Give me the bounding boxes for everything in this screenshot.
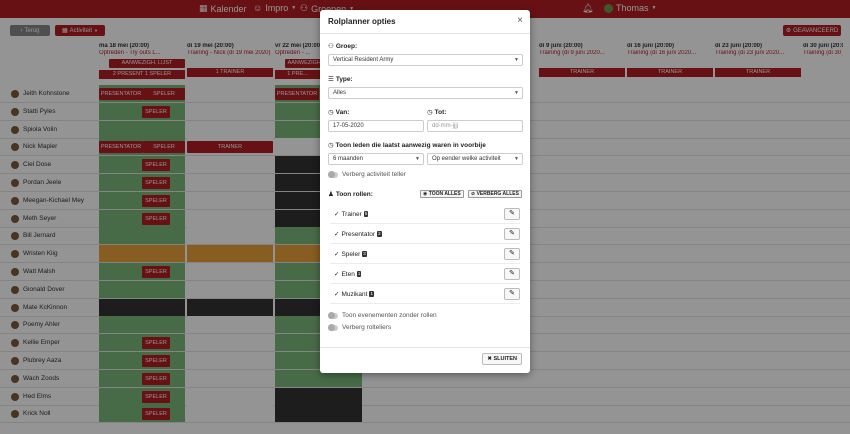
- edit-role-button[interactable]: ✎: [504, 248, 520, 260]
- van-date-input[interactable]: 17-05-2020: [328, 120, 424, 132]
- period-select[interactable]: 6 maanden ▼: [328, 153, 424, 165]
- toon-rollen-label: ♟ Toon rollen:: [328, 190, 373, 199]
- verberg-teller-toggle[interactable]: [328, 171, 338, 178]
- pencil-icon: ✎: [509, 290, 515, 297]
- check-icon: ✓: [334, 271, 340, 278]
- van-label: ◷ Van:: [328, 108, 350, 117]
- role-row-muzikant: ✓ Muzikant 1 ✎: [330, 284, 520, 304]
- group-icon: ⚇: [328, 43, 334, 50]
- pencil-icon: ✎: [509, 230, 515, 237]
- groep-label: ⚇ Groep:: [328, 42, 358, 51]
- verberg-rolteliers-label: Verberg rolteliers: [342, 324, 392, 331]
- close-icon: ✖: [487, 356, 492, 362]
- modal-title: Rolplanner opties: [328, 17, 396, 26]
- check-icon: ✓: [334, 231, 340, 238]
- toon-evenementen-toggle[interactable]: [328, 312, 338, 319]
- check-icon: ✓: [334, 291, 340, 298]
- chevron-down-icon: ▼: [514, 57, 519, 63]
- rolplanner-options-modal: Rolplanner opties × ⚇ Groep: Vertical Res…: [320, 10, 530, 373]
- chevron-down-icon: ▼: [514, 90, 519, 96]
- sluiten-button[interactable]: ✖ SLUITEN: [482, 353, 522, 365]
- close-icon[interactable]: ×: [517, 15, 523, 26]
- check-icon: ✓: [334, 251, 340, 258]
- chevron-down-icon: ▼: [514, 156, 519, 162]
- activity-select[interactable]: Op eender welke activiteit ▼: [427, 153, 523, 165]
- eye-icon: ◉: [423, 191, 428, 197]
- edit-role-button[interactable]: ✎: [504, 208, 520, 220]
- toon-evenementen-label: Toon evenementen zonder rollen: [342, 312, 437, 319]
- toon-alles-button[interactable]: ◉ TOON ALLES: [420, 190, 464, 198]
- pencil-icon: ✎: [509, 250, 515, 257]
- tot-label: ◷ Tot:: [427, 108, 447, 117]
- eye-slash-icon: ⊘: [471, 191, 476, 197]
- edit-role-button[interactable]: ✎: [504, 268, 520, 280]
- role-row-speler: ✓ Speler 3 ✎: [330, 244, 520, 264]
- tot-date-input[interactable]: dd-mm-jjjj: [427, 120, 523, 132]
- clock-icon: ◷: [427, 109, 433, 116]
- type-label: ☰ Type:: [328, 75, 353, 84]
- type-select[interactable]: Alles ▼: [328, 87, 523, 99]
- person-icon: ♟: [328, 191, 334, 198]
- verberg-rolteliers-toggle[interactable]: [328, 324, 338, 331]
- clock-icon: ◷: [328, 109, 334, 116]
- divider: [320, 33, 530, 34]
- edit-role-button[interactable]: ✎: [504, 288, 520, 300]
- toon-leden-label: ◷ Toon leden die laatst aanwezig waren in…: [328, 141, 486, 150]
- groep-select[interactable]: Vertical Resident Army ▼: [328, 54, 523, 66]
- role-row-presentator: ✓ Presentator 2 ✎: [330, 224, 520, 244]
- role-row-trainer: ✓ Trainer 5 ✎: [330, 204, 520, 224]
- role-row-eten: ✓ Eten 1 ✎: [330, 264, 520, 284]
- verberg-alles-button[interactable]: ⊘ VERBERG ALLES: [468, 190, 522, 198]
- edit-role-button[interactable]: ✎: [504, 228, 520, 240]
- divider: [320, 347, 530, 348]
- check-icon: ✓: [334, 211, 340, 218]
- pencil-icon: ✎: [509, 270, 515, 277]
- chevron-down-icon: ▼: [415, 156, 420, 162]
- list-icon: ☰: [328, 76, 334, 83]
- pencil-icon: ✎: [509, 210, 515, 217]
- verberg-teller-label: Verberg activiteit teller: [342, 171, 406, 178]
- clock-icon: ◷: [328, 142, 334, 149]
